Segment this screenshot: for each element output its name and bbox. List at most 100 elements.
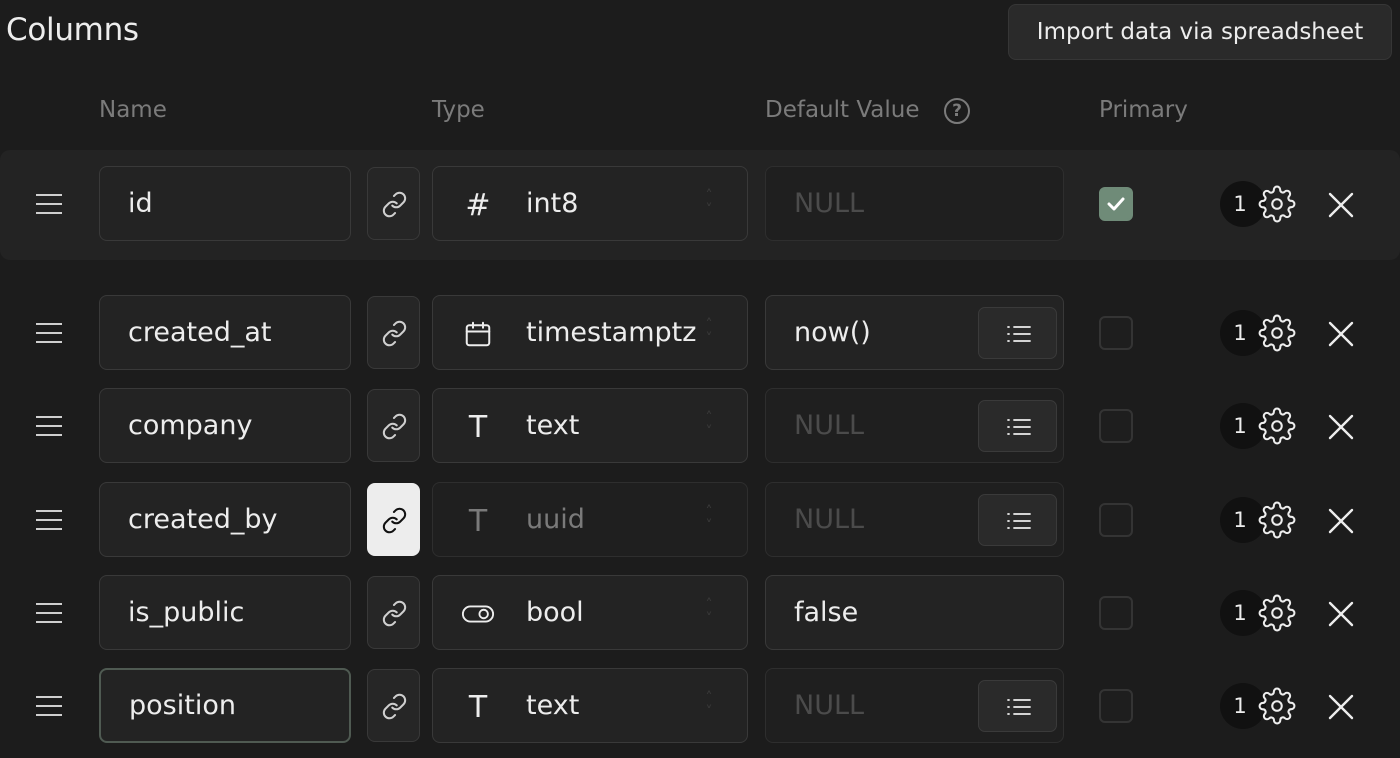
- column-name-input[interactable]: is_public: [99, 575, 351, 650]
- foreign-key-link-button[interactable]: [367, 167, 420, 240]
- primary-key-checkbox[interactable]: [1099, 596, 1133, 630]
- gear-icon[interactable]: [1258, 594, 1296, 632]
- default-value-text: false: [794, 597, 859, 628]
- suggestions-list-button[interactable]: [978, 400, 1057, 452]
- column-name-input[interactable]: company: [99, 388, 351, 463]
- column-row: created_by T uuid ˄ ˅ NULL 1: [0, 482, 1400, 558]
- foreign-key-link-button[interactable]: [367, 576, 420, 649]
- column-type-value: timestamptz: [526, 317, 697, 348]
- close-icon[interactable]: [1326, 412, 1356, 442]
- column-type-value: text: [526, 690, 580, 721]
- column-name-input[interactable]: created_at: [99, 295, 351, 370]
- hash-icon: #: [461, 188, 495, 223]
- header-default-value: Default Value: [765, 97, 920, 123]
- suggestions-list-button[interactable]: [978, 307, 1057, 359]
- column-type-select[interactable]: bool ˄ ˅: [432, 575, 748, 650]
- header-type: Type: [432, 97, 485, 123]
- chevron-updown-icon: ˄ ˅: [705, 410, 713, 440]
- gear-icon[interactable]: [1258, 314, 1296, 352]
- chevron-updown-icon: ˄ ˅: [705, 504, 713, 534]
- gear-icon[interactable]: [1258, 185, 1296, 223]
- foreign-key-link-button[interactable]: [367, 389, 420, 462]
- suggestions-list-button[interactable]: [978, 680, 1057, 732]
- default-value-text: NULL: [794, 188, 865, 219]
- column-type-value: int8: [526, 188, 579, 219]
- drag-handle-icon[interactable]: [36, 194, 62, 214]
- default-value-input[interactable]: NULL: [765, 166, 1064, 241]
- header-primary: Primary: [1099, 97, 1188, 123]
- column-name-input[interactable]: position: [99, 668, 351, 743]
- text-type-icon: T: [461, 410, 495, 445]
- gear-icon[interactable]: [1258, 501, 1296, 539]
- foreign-key-link-button[interactable]: [367, 483, 420, 556]
- primary-key-checkbox[interactable]: [1099, 503, 1133, 537]
- column-name-value: id: [128, 188, 153, 219]
- column-row: id # int8 ˄ ˅ NULL 1: [0, 150, 1400, 260]
- column-type-value: text: [526, 410, 580, 441]
- default-value-text: NULL: [794, 690, 865, 721]
- page-title: Columns: [6, 12, 139, 48]
- primary-key-checkbox[interactable]: [1099, 689, 1133, 723]
- close-icon[interactable]: [1326, 506, 1356, 536]
- column-name-value: company: [128, 410, 253, 441]
- toggle-icon: [461, 600, 495, 628]
- primary-key-checkbox[interactable]: [1099, 409, 1133, 443]
- default-value-input[interactable]: false: [765, 575, 1064, 650]
- drag-handle-icon[interactable]: [36, 603, 62, 623]
- column-type-select[interactable]: T text ˄ ˅: [432, 388, 748, 463]
- drag-handle-icon[interactable]: [36, 696, 62, 716]
- chevron-updown-icon: ˄ ˅: [705, 317, 713, 347]
- header-name: Name: [99, 97, 167, 123]
- column-type-select[interactable]: timestamptz ˄ ˅: [432, 295, 748, 370]
- type-glyph: T: [468, 503, 488, 539]
- column-row: created_at timestamptz ˄ ˅ now() 1: [0, 295, 1400, 371]
- column-type-select[interactable]: T uuid ˄ ˅: [432, 482, 748, 557]
- column-name-value: created_at: [128, 317, 272, 348]
- drag-handle-icon[interactable]: [36, 416, 62, 436]
- column-type-value: uuid: [526, 504, 585, 535]
- gear-icon[interactable]: [1258, 687, 1296, 725]
- type-glyph: T: [468, 409, 488, 445]
- column-name-input[interactable]: id: [99, 166, 351, 241]
- close-icon[interactable]: [1326, 692, 1356, 722]
- column-row: position T text ˄ ˅ NULL 1: [0, 668, 1400, 744]
- primary-key-checkbox[interactable]: [1099, 316, 1133, 350]
- gear-icon[interactable]: [1258, 407, 1296, 445]
- close-icon[interactable]: [1326, 599, 1356, 629]
- columns-editor: Columns Import data via spreadsheet Name…: [0, 0, 1400, 758]
- default-value-text: now(): [794, 317, 871, 348]
- help-icon[interactable]: ?: [944, 98, 970, 124]
- import-spreadsheet-button[interactable]: Import data via spreadsheet: [1008, 4, 1392, 60]
- type-glyph: T: [468, 689, 488, 725]
- foreign-key-link-button[interactable]: [367, 669, 420, 742]
- drag-handle-icon[interactable]: [36, 323, 62, 343]
- foreign-key-link-button[interactable]: [367, 296, 420, 369]
- close-icon[interactable]: [1326, 319, 1356, 349]
- column-type-value: bool: [526, 597, 584, 628]
- chevron-updown-icon: ˄ ˅: [705, 597, 713, 627]
- column-type-select[interactable]: # int8 ˄ ˅: [432, 166, 748, 241]
- default-value-text: NULL: [794, 410, 865, 441]
- default-value-text: NULL: [794, 504, 865, 535]
- calendar-icon: [461, 320, 495, 348]
- drag-handle-icon[interactable]: [36, 510, 62, 530]
- type-glyph: #: [465, 187, 491, 223]
- default-value-input[interactable]: NULL: [765, 668, 1064, 743]
- text-type-icon: T: [461, 504, 495, 539]
- column-name-value: created_by: [128, 504, 278, 535]
- column-row: is_public bool ˄ ˅ false 1: [0, 575, 1400, 651]
- column-type-select[interactable]: T text ˄ ˅: [432, 668, 748, 743]
- text-type-icon: T: [461, 690, 495, 725]
- default-value-input[interactable]: NULL: [765, 482, 1064, 557]
- chevron-updown-icon: ˄ ˅: [705, 690, 713, 720]
- chevron-updown-icon: ˄ ˅: [705, 188, 713, 218]
- primary-key-checkbox[interactable]: [1099, 187, 1133, 221]
- column-name-input[interactable]: created_by: [99, 482, 351, 557]
- column-name-value: position: [129, 690, 236, 721]
- suggestions-list-button[interactable]: [978, 494, 1057, 546]
- default-value-input[interactable]: NULL: [765, 388, 1064, 463]
- column-name-value: is_public: [128, 597, 245, 628]
- default-value-input[interactable]: now(): [765, 295, 1064, 370]
- column-row: company T text ˄ ˅ NULL 1: [0, 388, 1400, 464]
- close-icon[interactable]: [1326, 190, 1356, 220]
